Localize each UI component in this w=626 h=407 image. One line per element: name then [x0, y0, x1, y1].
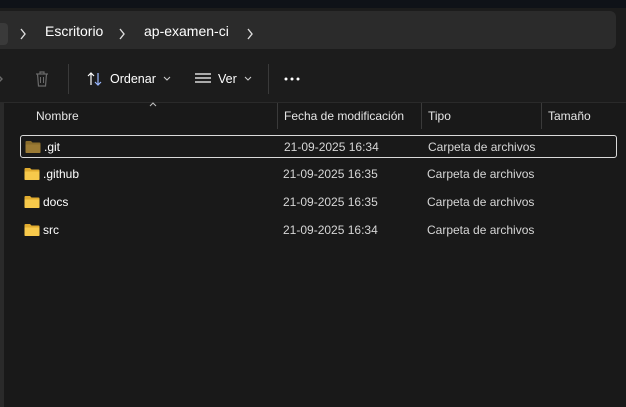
breadcrumb-escritorio[interactable]: Escritorio [45, 23, 103, 39]
file-name: docs [43, 195, 69, 209]
file-name: .github [43, 167, 80, 181]
trash-icon [36, 71, 48, 87]
file-explorer-window: Escritorio ap-examen-ci Ordenar Ver Nomb… [0, 0, 626, 407]
address-bar-left-button[interactable] [0, 23, 8, 45]
chevron-down-icon [163, 76, 171, 81]
sort-icon [87, 72, 102, 86]
delete-button[interactable] [34, 68, 50, 90]
toolbar-separator [268, 64, 269, 94]
navigation-pane-edge[interactable] [0, 103, 4, 407]
column-divider[interactable] [421, 103, 422, 129]
sort-ascending-caret-icon [149, 102, 157, 107]
file-modified: 21-09-2025 16:34 [284, 140, 379, 154]
window-top-strip [0, 0, 626, 8]
sort-button[interactable]: Ordenar [86, 68, 172, 90]
breadcrumb-ap-examen-ci[interactable]: ap-examen-ci [144, 23, 229, 39]
more-options-button[interactable] [284, 68, 300, 90]
file-name: .git [44, 140, 61, 154]
file-type: Carpeta de archivos [427, 195, 535, 209]
more-icon [284, 77, 300, 81]
view-lines-icon [195, 73, 211, 83]
file-row[interactable]: docs 21-09-2025 16:35 Carpeta de archivo… [20, 191, 617, 214]
column-header: Nombre Fecha de modificación Tipo Tamaño [0, 102, 626, 129]
chevron-right-icon[interactable] [18, 26, 28, 42]
file-type: Carpeta de archivos [427, 167, 535, 181]
file-name: src [43, 223, 59, 237]
chevron-right-icon[interactable] [117, 26, 127, 42]
folder-icon [25, 140, 41, 154]
sort-label: Ordenar [110, 72, 156, 86]
folder-icon [24, 167, 40, 181]
folder-icon [24, 195, 40, 209]
column-type-header[interactable]: Tipo [428, 109, 451, 123]
command-toolbar: Ordenar Ver [0, 56, 626, 103]
file-modified: 21-09-2025 16:34 [283, 223, 378, 237]
file-row[interactable]: .git 21-09-2025 16:34 Carpeta de archivo… [20, 135, 617, 158]
file-row[interactable]: .github 21-09-2025 16:35 Carpeta de arch… [20, 163, 617, 186]
file-type: Carpeta de archivos [427, 223, 535, 237]
column-size-header[interactable]: Tamaño [548, 109, 591, 123]
file-row[interactable]: src 21-09-2025 16:34 Carpeta de archivos [20, 219, 617, 242]
column-divider[interactable] [277, 103, 278, 129]
chevron-down-icon [244, 76, 252, 81]
column-divider[interactable] [541, 103, 542, 129]
column-modified-header[interactable]: Fecha de modificación [284, 109, 404, 123]
file-modified: 21-09-2025 16:35 [283, 167, 378, 181]
chevron-right-icon[interactable] [245, 26, 255, 42]
column-name-header[interactable]: Nombre [36, 109, 79, 123]
toolbar-separator [68, 64, 69, 94]
view-button[interactable]: Ver [194, 68, 253, 90]
folder-icon [24, 223, 40, 237]
share-icon[interactable] [0, 68, 4, 90]
file-modified: 21-09-2025 16:35 [283, 195, 378, 209]
view-label: Ver [218, 72, 237, 86]
file-type: Carpeta de archivos [428, 140, 536, 154]
address-bar-row: Escritorio ap-examen-ci [0, 8, 626, 56]
address-bar[interactable]: Escritorio ap-examen-ci [0, 11, 616, 49]
